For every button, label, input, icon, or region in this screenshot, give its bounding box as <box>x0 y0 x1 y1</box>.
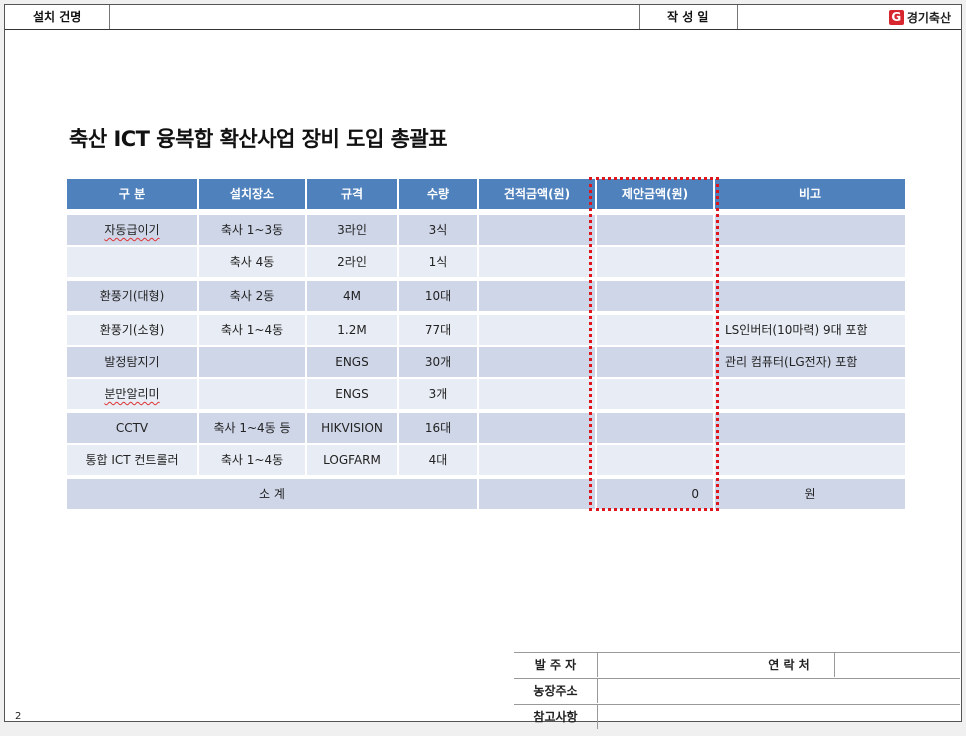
cell-spec: 2라인 <box>307 247 397 277</box>
cell-location <box>199 379 305 409</box>
cell-quantity: 1식 <box>399 247 477 277</box>
col-header-spec: 규격 <box>307 179 397 209</box>
project-name-label: 설치 건명 <box>33 10 82 24</box>
cell-category: 통합 ICT 컨트롤러 <box>67 445 197 475</box>
cell-estimate <box>479 413 595 443</box>
cell-spec: 3라인 <box>307 215 397 245</box>
cell-remarks <box>715 247 905 277</box>
cell-estimate <box>479 315 595 345</box>
cell-estimate <box>479 215 595 245</box>
cell-spec: ENGS <box>307 379 397 409</box>
cell-category <box>67 247 197 277</box>
client-label: 발 주 자 <box>514 653 598 677</box>
cell-remarks <box>715 281 905 311</box>
cell-remarks <box>715 215 905 245</box>
footer-row: 농장주소 <box>514 678 960 703</box>
cell-location: 축사 2동 <box>199 281 305 311</box>
date-label: 작 성 일 <box>667 10 709 24</box>
col-header-estimate: 견적금액(원) <box>479 179 595 209</box>
cell-quantity: 10대 <box>399 281 477 311</box>
proposal-column-highlight <box>589 177 719 511</box>
cell-location: 축사 1~4동 등 <box>199 413 305 443</box>
cell-remarks <box>715 413 905 443</box>
cell-location: 축사 1~3동 <box>199 215 305 245</box>
cell-quantity: 3식 <box>399 215 477 245</box>
header-divider <box>639 5 640 29</box>
cell-spec: 1.2M <box>307 315 397 345</box>
cell-location <box>199 347 305 377</box>
header-divider <box>737 5 738 29</box>
cell-category: 자동급이기 <box>67 215 197 245</box>
page-number: 2 <box>15 711 22 722</box>
cell-remarks: LS인버터(10마력) 9대 포함 <box>715 315 905 345</box>
sheet-header: 설치 건명 작 성 일 G 경기축산 <box>5 5 961 30</box>
subtotal-estimate <box>479 479 595 509</box>
cell-category: 발정탐지기 <box>67 347 197 377</box>
notes-label: 참고사항 <box>514 705 598 729</box>
footer-row: 발 주 자 연 락 처 <box>514 652 960 677</box>
cell-quantity: 4대 <box>399 445 477 475</box>
cell-remarks: 관리 컴퓨터(LG전자) 포함 <box>715 347 905 377</box>
cell-quantity: 3개 <box>399 379 477 409</box>
cell-quantity: 30개 <box>399 347 477 377</box>
cell-remarks <box>715 445 905 475</box>
cell-category: CCTV <box>67 413 197 443</box>
subtotal-label: 소 계 <box>67 479 477 509</box>
cell-category: 환풍기(소형) <box>67 315 197 345</box>
document-sheet: 설치 건명 작 성 일 G 경기축산 축산 ICT 융복합 확산사업 장비 도입… <box>4 4 962 722</box>
col-header-location: 설치장소 <box>199 179 305 209</box>
page-title: 축산 ICT 융복합 확산사업 장비 도입 총괄표 <box>69 127 448 151</box>
company-logo-icon: G <box>888 10 904 25</box>
company-logo: G 경기축산 <box>888 9 951 26</box>
cell-spec: LOGFARM <box>307 445 397 475</box>
cell-estimate <box>479 379 595 409</box>
cell-category: 환풍기(대형) <box>67 281 197 311</box>
cell-estimate <box>479 247 595 277</box>
cell-remarks <box>715 379 905 409</box>
cell-spec: 4M <box>307 281 397 311</box>
cell-spec: ENGS <box>307 347 397 377</box>
cell-spec: HIKVISION <box>307 413 397 443</box>
cell-quantity: 77대 <box>399 315 477 345</box>
cell-location: 축사 1~4동 <box>199 445 305 475</box>
cell-estimate <box>479 347 595 377</box>
contact-label: 연 락 처 <box>744 653 835 677</box>
farm-address-label: 농장주소 <box>514 679 598 703</box>
subtotal-unit: 원 <box>715 479 905 509</box>
company-name: 경기축산 <box>906 11 951 25</box>
cell-location: 축사 4동 <box>199 247 305 277</box>
footer-row: 참고사항 <box>514 704 960 729</box>
cell-quantity: 16대 <box>399 413 477 443</box>
header-divider <box>109 5 110 29</box>
cell-location: 축사 1~4동 <box>199 315 305 345</box>
col-header-quantity: 수량 <box>399 179 477 209</box>
cell-estimate <box>479 281 595 311</box>
cell-estimate <box>479 445 595 475</box>
col-header-remarks: 비고 <box>715 179 905 209</box>
cell-category: 분만알리미 <box>67 379 197 409</box>
col-header-category: 구 분 <box>67 179 197 209</box>
